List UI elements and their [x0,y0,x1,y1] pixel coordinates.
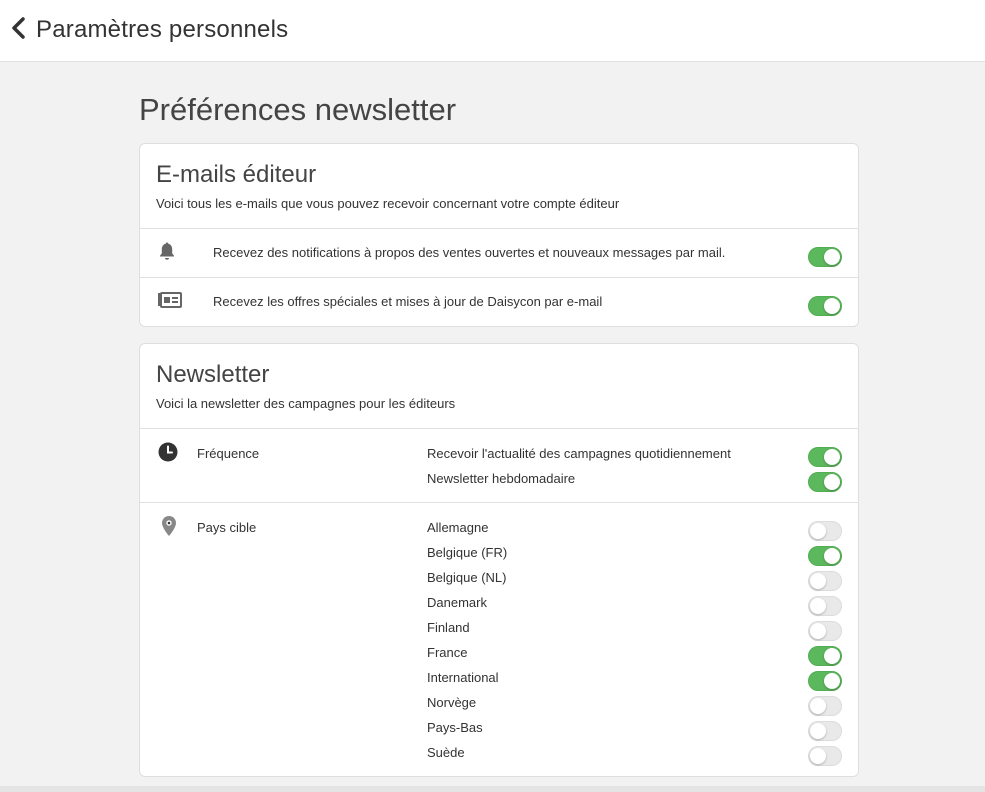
toggle-switch[interactable] [808,546,842,566]
chevron-left-icon [10,16,28,44]
option-label: Norvège [427,695,477,710]
option-label: Allemagne [427,520,489,535]
email-setting-row: Recevez des notifications à propos des v… [140,229,858,278]
header-title: Paramètres personnels [36,16,289,43]
card-title: E-mails éditeur [156,161,317,188]
back-button[interactable]: Paramètres personnels [10,14,288,46]
option-label: Newsletter hebdomadaire [427,471,576,486]
publisher-emails-card: E-mails éditeur Voici tous les e-mails q… [139,143,859,327]
frequency-label: Fréquence [197,446,260,461]
newsletter-card: Newsletter Voici la newsletter des campa… [139,343,859,777]
clock-icon [158,442,178,467]
toggle-switch[interactable] [808,596,842,616]
toggle-switch[interactable] [808,721,842,741]
newspaper-icon [158,292,182,313]
toggle-switch[interactable] [808,671,842,691]
setting-text: Recevez les offres spéciales et mises à … [213,294,603,309]
option-label: Finland [427,620,470,635]
toggle-switch[interactable] [808,296,842,316]
toggle-switch[interactable] [808,521,842,541]
card-title: Newsletter [156,361,270,388]
toggle-switch[interactable] [808,696,842,716]
toggle-switch[interactable] [808,621,842,641]
page-title: Préférences newsletter [139,92,457,127]
top-bar: Paramètres personnels [0,0,985,62]
map-pin-icon [161,515,177,542]
email-setting-row: Recevez les offres spéciales et mises à … [140,278,858,327]
frequency-row: Fréquence Recevoir l'actualité des campa… [140,429,858,503]
card-subtitle: Voici tous les e-mails que vous pouvez r… [156,196,620,211]
toggle-switch[interactable] [808,571,842,591]
toggle-switch[interactable] [808,746,842,766]
option-label: Belgique (NL) [427,570,507,585]
bell-icon [158,241,176,266]
card-header: E-mails éditeur Voici tous les e-mails q… [140,144,858,229]
target-country-row: Pays cible Allemagne Belgique (FR) Belgi… [140,503,858,776]
toggle-switch[interactable] [808,447,842,467]
toggle-switch[interactable] [808,247,842,267]
option-label: Pays-Bas [427,720,483,735]
card-header: Newsletter Voici la newsletter des campa… [140,344,858,429]
setting-text: Recevez des notifications à propos des v… [213,245,726,260]
country-label: Pays cible [197,520,257,535]
option-label: Belgique (FR) [427,545,508,560]
toggle-switch[interactable] [808,646,842,666]
option-label: France [427,645,468,660]
card-subtitle: Voici la newsletter des campagnes pour l… [156,396,456,411]
option-label: Suède [427,745,465,760]
toggle-switch[interactable] [808,472,842,492]
bottom-divider [0,786,985,792]
option-label: Recevoir l'actualité des campagnes quoti… [427,446,731,461]
option-label: Danemark [427,595,487,610]
option-label: International [427,670,499,685]
